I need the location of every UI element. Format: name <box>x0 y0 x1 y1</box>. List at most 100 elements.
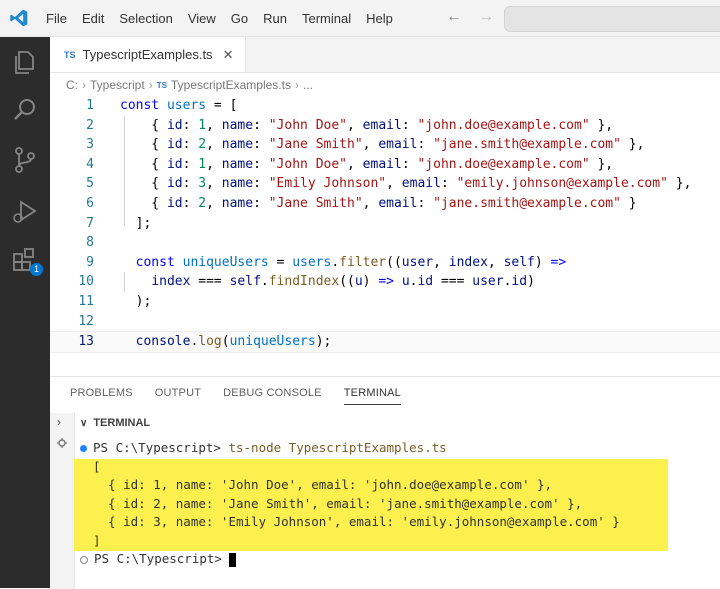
tab-title: TypescriptExamples.ts <box>82 47 213 62</box>
code-text: { id: 2, name: "Jane Smith", email: "jan… <box>120 137 645 153</box>
breadcrumb-drive[interactable]: C: <box>66 78 78 92</box>
breadcrumb-file[interactable]: TypescriptExamples.ts <box>171 78 291 92</box>
terminal-line: { id: 3, name: 'Emily Johnson', email: '… <box>80 513 720 532</box>
editor-tab-strip: TS TypescriptExamples.ts ✕ <box>50 37 720 73</box>
line-number: 2 <box>86 117 94 133</box>
line-number: 9 <box>86 254 94 270</box>
chevron-down-icon: ∨ <box>80 417 88 429</box>
line-number: 10 <box>78 274 94 290</box>
terminal-section-header[interactable]: ∨ TERMINAL <box>80 417 150 429</box>
title-bar: File Edit Selection View Go Run Terminal… <box>0 0 720 37</box>
menu-file[interactable]: File <box>46 11 67 26</box>
terminal-line: PS C:\Typescript> <box>80 550 720 569</box>
run-debug-icon[interactable] <box>10 197 40 227</box>
prompt: PS C:\Typescript> <box>94 551 230 566</box>
output-text: { id: 2, name: 'Jane Smith', email: 'jan… <box>93 495 583 511</box>
line-number: 8 <box>86 235 94 251</box>
tab-output[interactable]: OUTPUT <box>155 387 201 405</box>
output-text: { id: 3, name: 'Emily Johnson', email: '… <box>93 514 620 529</box>
line-number: 6 <box>86 195 94 211</box>
chevron-right-icon[interactable]: › <box>57 415 61 429</box>
code-text: index === self.findIndex((u) => u.id ===… <box>151 274 535 290</box>
terminal-line: PS C:\Typescript> ts-node TypescriptExam… <box>80 439 720 458</box>
line-number: 4 <box>86 156 94 172</box>
typescript-file-icon: TS <box>64 49 76 60</box>
code-text: { id: 1, name: "John Doe", email: "john.… <box>120 156 614 172</box>
code-text: ); <box>120 293 152 309</box>
vscode-logo-icon <box>10 9 28 27</box>
terminal-line: { id: 2, name: 'Jane Smith', email: 'jan… <box>80 495 720 514</box>
command-status-dot-icon <box>80 445 87 452</box>
code-line: 9 const uniqueUsers = users.filter((user… <box>50 253 720 273</box>
menu-terminal[interactable]: Terminal <box>302 11 351 26</box>
terminal-output[interactable]: PS C:\Typescript> ts-node TypescriptExam… <box>74 439 720 569</box>
code-text: { id: 2, name: "Jane Smith", email: "jan… <box>120 195 637 211</box>
code-text: ]; <box>120 215 152 231</box>
activity-bar: 1 <box>0 37 50 588</box>
code-line: 12 <box>50 312 720 332</box>
code-line: 4 { id: 1, name: "John Doe", email: "joh… <box>50 155 720 175</box>
line-number: 3 <box>86 137 94 153</box>
terminal-line: [ <box>80 458 720 477</box>
search-icon[interactable] <box>10 95 40 125</box>
code-text: const uniqueUsers = users.filter((user, … <box>135 254 567 270</box>
tab-typescript-examples[interactable]: TS TypescriptExamples.ts ✕ <box>50 37 246 72</box>
line-number: 12 <box>78 313 94 329</box>
code-text: { id: 1, name: "John Doe", email: "john.… <box>120 117 614 133</box>
terminal-line: ] <box>80 532 720 551</box>
command-text: ts-node TypescriptExamples.ts <box>228 440 447 455</box>
terminal-cursor <box>229 552 237 567</box>
output-text: { id: 1, name: 'John Doe', email: 'john.… <box>93 477 553 492</box>
line-number: 7 <box>86 215 94 231</box>
menu-bar: File Edit Selection View Go Run Terminal… <box>46 0 408 36</box>
code-editor[interactable]: 1 const users = [ 2 { id: 1, name: "John … <box>50 96 720 358</box>
code-line: 8 <box>50 233 720 253</box>
code-line: 7 ]; <box>50 214 720 234</box>
breadcrumb-more[interactable]: ... <box>303 78 313 92</box>
typescript-file-icon: TS <box>156 80 167 90</box>
code-line: 10 index === self.findIndex((u) => u.id … <box>50 272 720 292</box>
menu-view[interactable]: View <box>188 11 216 26</box>
menu-selection[interactable]: Selection <box>119 11 172 26</box>
breadcrumb-folder[interactable]: Typescript <box>90 78 145 92</box>
panel-tab-bar: PROBLEMS OUTPUT DEBUG CONSOLE TERMINAL <box>70 387 423 405</box>
code-text: { id: 3, name: "Emily Johnson", email: "… <box>120 176 692 192</box>
command-center-search[interactable] <box>504 6 720 32</box>
line-number: 1 <box>86 98 94 113</box>
line-number: 13 <box>78 334 94 350</box>
navigation-arrows: ← → <box>446 8 510 26</box>
terminal-line: { id: 1, name: 'John Doe', email: 'john.… <box>80 476 720 495</box>
menu-run[interactable]: Run <box>263 11 287 26</box>
tab-debug-console[interactable]: DEBUG CONSOLE <box>223 387 322 405</box>
bottom-panel: PROBLEMS OUTPUT DEBUG CONSOLE TERMINAL ›… <box>50 376 720 589</box>
output-text: [ <box>93 458 101 474</box>
breadcrumb: C: › Typescript › TS TypescriptExamples.… <box>66 78 313 92</box>
menu-go[interactable]: Go <box>231 11 248 26</box>
code-line: 5 { id: 3, name: "Emily Johnson", email:… <box>50 174 720 194</box>
code-line: 3 { id: 2, name: "Jane Smith", email: "j… <box>50 135 720 155</box>
tab-terminal[interactable]: TERMINAL <box>343 387 401 405</box>
forward-arrow-icon[interactable]: → <box>478 8 494 25</box>
menu-help[interactable]: Help <box>366 11 393 26</box>
extensions-badge: 1 <box>30 263 43 276</box>
prompt: PS C:\Typescript> <box>93 440 229 455</box>
code-line: 11 ); <box>50 292 720 312</box>
menu-edit[interactable]: Edit <box>82 11 104 26</box>
source-control-icon[interactable] <box>10 145 40 175</box>
code-line: 1 const users = [ <box>50 96 720 116</box>
close-icon[interactable]: ✕ <box>223 47 234 63</box>
tab-problems[interactable]: PROBLEMS <box>70 387 133 405</box>
prompt-status-dot-icon <box>80 555 88 564</box>
code-text: const users = [ <box>120 98 238 113</box>
debug-settings-icon[interactable] <box>56 437 68 449</box>
code-text: console.log(uniqueUsers); <box>135 334 332 350</box>
chevron-right-icon: › <box>294 78 299 92</box>
back-arrow-icon[interactable]: ← <box>446 8 462 25</box>
code-line-current: 13 console.log(uniqueUsers); <box>50 331 720 353</box>
output-text: ] <box>93 532 101 548</box>
explorer-icon[interactable] <box>10 47 40 77</box>
chevron-right-icon: › <box>82 78 86 92</box>
terminal-sidebar: › <box>50 413 75 589</box>
code-line: 6 { id: 2, name: "Jane Smith", email: "j… <box>50 194 720 214</box>
line-number: 5 <box>86 176 94 192</box>
